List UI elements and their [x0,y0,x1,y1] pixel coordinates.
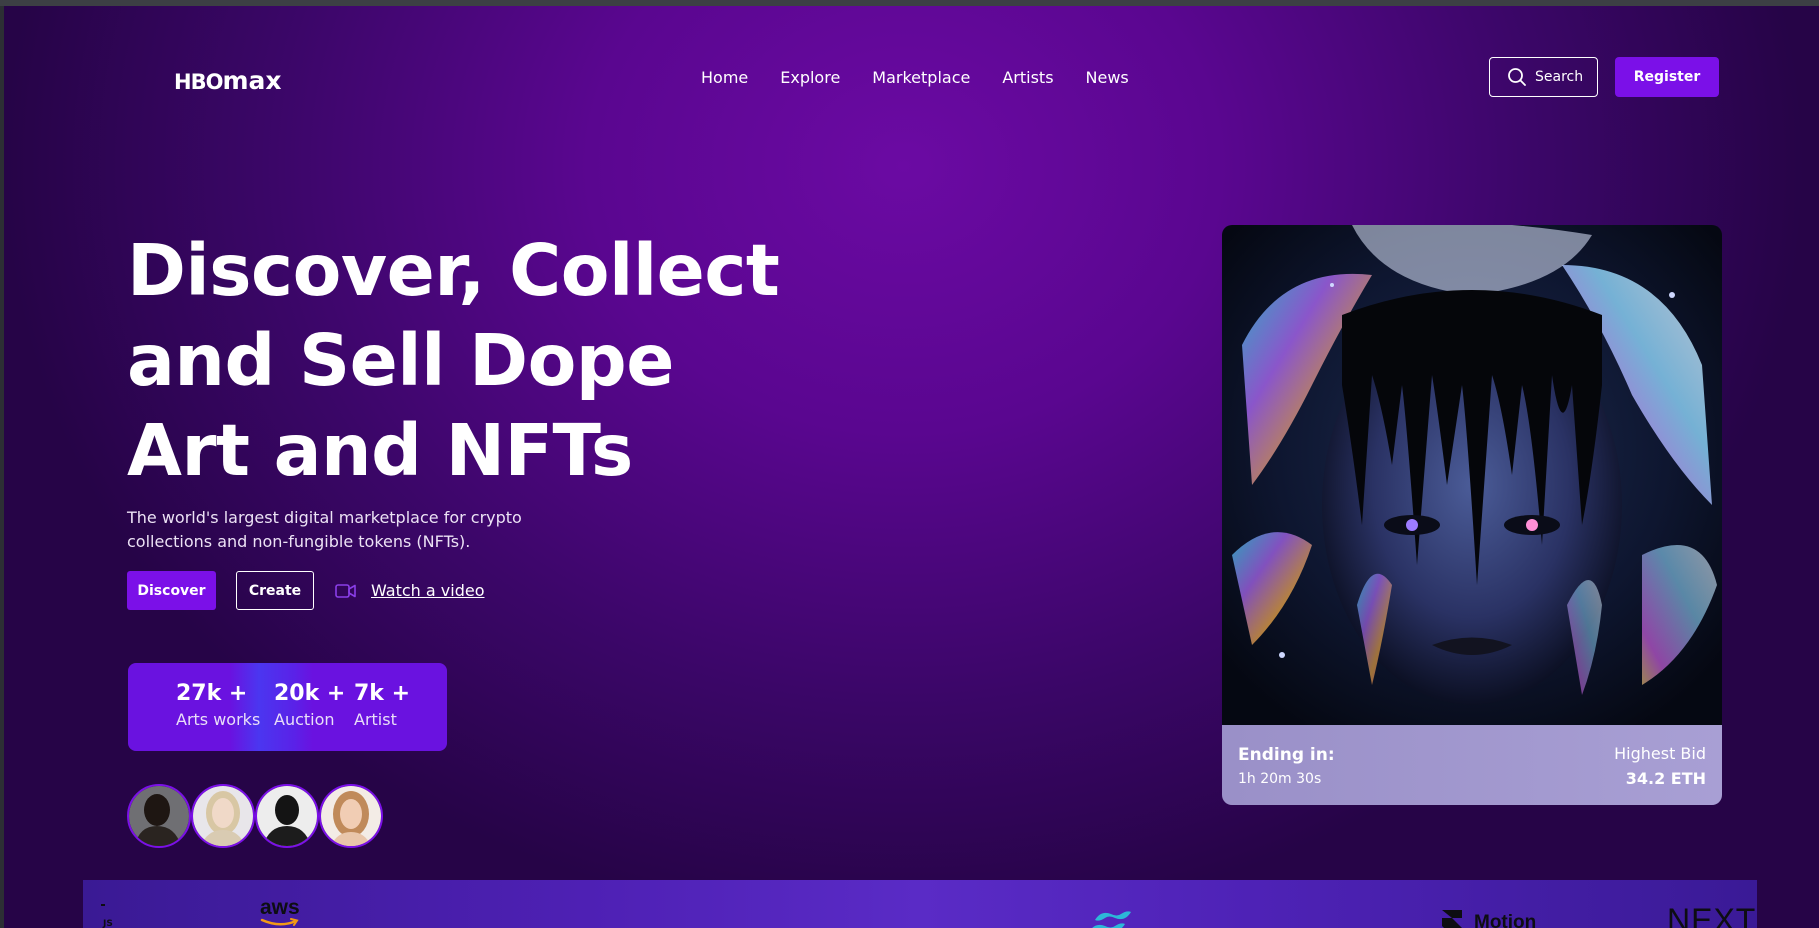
aws-logo-icon: aws [260,896,300,926]
nextjs-logo-icon: NEXT [1667,902,1756,928]
search-button[interactable]: Search [1489,57,1598,97]
stat-label: Artist [354,710,397,729]
logo-hbo-text: HBO [174,70,223,94]
avatar[interactable] [127,784,191,848]
avatar[interactable] [191,784,255,848]
hero-subtitle: The world's largest digital marketplace … [127,508,522,551]
svg-text:JS: JS [102,919,113,928]
stat-value: 7k + [354,681,411,706]
watch-video-link[interactable]: Watch a video [335,581,485,600]
highest-bid-value: 34.2 ETH [1625,769,1706,788]
nav-artists[interactable]: Artists [1002,68,1053,87]
next-logo-text: NEXT [1667,902,1757,928]
watch-video-label: Watch a video [371,581,485,600]
stat-label: Arts works [176,710,261,729]
artist-avatars [127,784,383,848]
search-icon [1508,68,1526,86]
highest-bid-label: Highest Bid [1614,744,1706,763]
nav-news[interactable]: News [1086,68,1129,87]
search-label: Search [1535,69,1584,85]
stats-panel: 27k + Arts works 20k + Auction 7k + Arti… [128,663,447,751]
hero-title-line-2: and Sell Dope [127,319,674,402]
featured-nft-card[interactable]: Ending in: 1h 20m 30s Highest Bid 34.2 E… [1222,225,1722,805]
stat-auction: 20k + Auction [274,681,345,729]
register-button[interactable]: Register [1615,57,1719,97]
hbomax-logo[interactable]: HBOmax [174,66,281,95]
hero-title: Discover, Collect and Sell Dope Art and … [127,226,780,496]
stat-value: 27k + [176,681,248,706]
nft-artwork-image [1222,225,1722,725]
partner-brands-strip: JS aws Motion NEXT [83,880,1757,928]
logo-max-text: max [222,66,282,95]
stat-label: Auction [274,710,335,729]
main-nav: Home Explore Marketplace Artists News [701,68,1161,87]
avatar[interactable] [319,784,383,848]
aws-logo-text: aws [260,896,300,919]
tailwind-logo-icon [1092,911,1131,928]
create-button[interactable]: Create [236,571,314,610]
nav-explore[interactable]: Explore [780,68,840,87]
video-camera-icon [335,583,356,598]
stat-value: 20k + [274,681,346,706]
stat-artist: 7k + Artist [354,681,410,729]
motion-logo-text: Motion [1474,912,1537,928]
hero-title-line-1: Discover, Collect [127,229,780,312]
ending-countdown: 1h 20m 30s [1238,771,1322,787]
ending-label: Ending in: [1238,745,1335,765]
nft-card-footer: Ending in: 1h 20m 30s Highest Bid 34.2 E… [1222,725,1722,805]
nodejs-logo-icon: JS [101,904,113,928]
stat-arts-works: 27k + Arts works [176,681,260,729]
motion-logo-icon: Motion [1440,910,1536,928]
nav-marketplace[interactable]: Marketplace [872,68,970,87]
discover-button[interactable]: Discover [127,571,216,610]
landing-page: HBOmax Home Explore Marketplace Artists … [4,6,1819,928]
hero-title-line-3: Art and NFTs [127,409,633,492]
nav-home[interactable]: Home [701,68,748,87]
avatar[interactable] [255,784,319,848]
